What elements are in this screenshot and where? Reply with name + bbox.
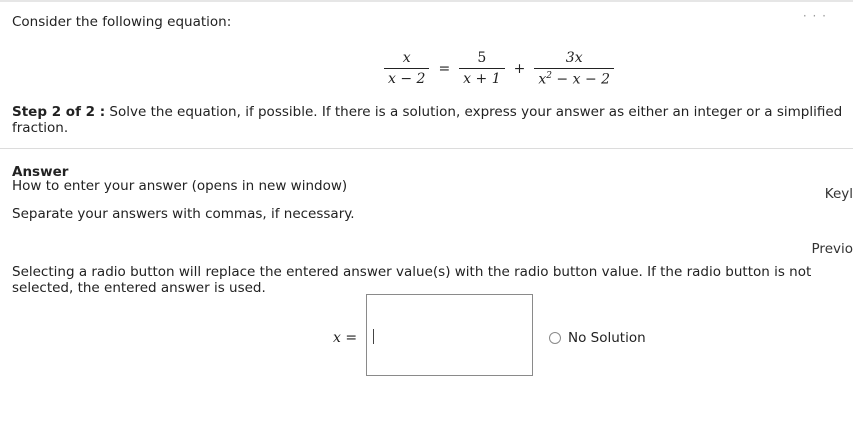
answer-input[interactable] bbox=[366, 294, 533, 376]
denominator: x2 − x − 2 bbox=[534, 68, 615, 88]
denominator-rest: − x − 2 bbox=[551, 71, 611, 88]
denominator: x − 2 bbox=[384, 68, 430, 87]
numerator: x bbox=[402, 50, 411, 67]
denominator: x + 1 bbox=[459, 68, 505, 87]
more-options-icon[interactable]: · · · bbox=[803, 9, 827, 23]
equals-sign: = bbox=[438, 60, 451, 77]
section-divider bbox=[0, 148, 853, 149]
no-solution-radio[interactable] bbox=[549, 332, 561, 344]
fraction-x-over-x-minus-2: x x − 2 bbox=[384, 50, 430, 87]
question-prompt: Consider the following equation: bbox=[12, 14, 232, 30]
x-equals-label: x = bbox=[333, 330, 358, 346]
step-text: Solve the equation, if possible. If ther… bbox=[12, 104, 843, 136]
numerator: 3x bbox=[565, 50, 583, 66]
numerator: 5 bbox=[477, 50, 487, 67]
no-solution-option[interactable]: No Solution bbox=[549, 330, 646, 346]
step-instruction: Step 2 of 2 : Solve the equation, if pos… bbox=[12, 104, 853, 136]
previous-answers-link[interactable]: Previo bbox=[812, 241, 853, 257]
step-label: Step 2 of 2 : bbox=[12, 104, 106, 120]
keypad-link[interactable]: Keyl bbox=[825, 186, 853, 202]
top-border bbox=[0, 0, 853, 2]
how-to-enter-answer-link[interactable]: How to enter your answer (opens in new w… bbox=[12, 178, 347, 194]
radio-button-note: Selecting a radio button will replace th… bbox=[12, 264, 812, 296]
plus-sign: + bbox=[513, 60, 526, 77]
text-cursor bbox=[373, 329, 374, 344]
fraction-5-over-x-plus-1: 5 x + 1 bbox=[459, 50, 505, 87]
fraction-3x-over-quadratic: 3x x2 − x − 2 bbox=[534, 50, 615, 88]
equation: x x − 2 = 5 x + 1 + 3x x2 − x − 2 bbox=[384, 50, 615, 88]
no-solution-label: No Solution bbox=[568, 330, 646, 346]
separate-answers-note: Separate your answers with commas, if ne… bbox=[12, 206, 355, 222]
